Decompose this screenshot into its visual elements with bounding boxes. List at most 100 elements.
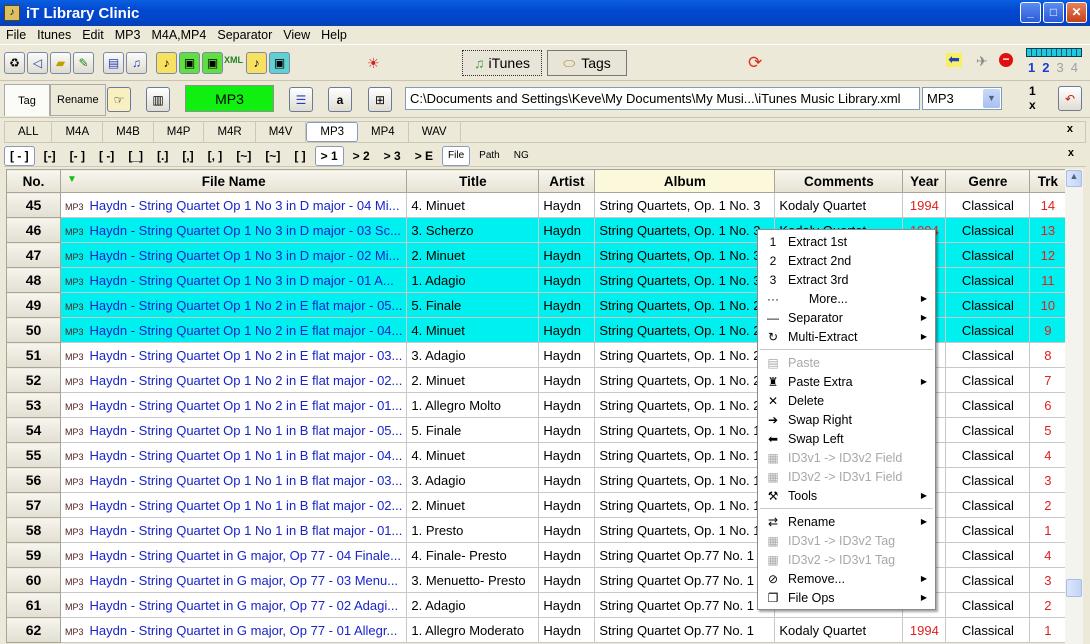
menu-help[interactable]: Help (315, 28, 353, 42)
close-filter-bar[interactable]: x (1067, 123, 1073, 135)
recycle-icon[interactable]: ♻ (4, 52, 25, 74)
itunes-button[interactable]: ♫ iTunes (462, 50, 542, 76)
album-cell[interactable]: String Quartets, Op. 1 No. 1 (594, 517, 776, 543)
genre-cell[interactable]: Classical (945, 317, 1031, 343)
file-name-cell[interactable]: MP3 Haydn - String Quartet Op 1 No 3 in D… (59, 192, 408, 218)
genre-cell[interactable]: Classical (945, 442, 1031, 468)
menu-edit[interactable]: Edit (76, 28, 110, 42)
undo-icon[interactable]: ↶ (1058, 86, 1082, 111)
filter-tab-wav[interactable]: WAV (409, 122, 461, 142)
menu-mp3[interactable]: MP3 (109, 28, 147, 42)
file-name-cell[interactable]: MP3 Haydn - String Quartet in G major, Op… (59, 567, 408, 593)
source-button-ng[interactable]: NG (509, 146, 534, 166)
horizontal-lines-icon[interactable]: ☰ (289, 87, 313, 112)
track-cell[interactable]: 8 (1029, 342, 1067, 368)
menu-item-file-ops[interactable]: ❐ File Ops ▶ (758, 588, 935, 607)
row-number[interactable]: 50 (6, 317, 61, 343)
row-number[interactable]: 51 (6, 342, 61, 368)
row-number[interactable]: 52 (6, 367, 61, 393)
year-cell[interactable]: 1994 (902, 192, 947, 218)
col-artist[interactable]: Artist (538, 169, 596, 193)
menu-item-separator[interactable]: — Separator ▶ (758, 308, 935, 327)
col-album[interactable]: Album (594, 169, 776, 193)
scroll-up-icon[interactable]: ▲ (1066, 170, 1082, 187)
extract-button-2[interactable]: > 2 (348, 146, 375, 166)
separator-button[interactable]: [.] (152, 146, 173, 166)
file-name-cell[interactable]: MP3 Haydn - String Quartet in G major, Op… (59, 617, 408, 643)
menu-item-swap-right[interactable]: ➔ Swap Right (758, 410, 935, 429)
minimize-button[interactable]: _ (1020, 2, 1041, 23)
artist-cell[interactable]: Haydn (538, 242, 596, 268)
row-number[interactable]: 53 (6, 392, 61, 418)
source-button-path[interactable]: Path (474, 146, 505, 166)
file-name-cell[interactable]: MP3 Haydn - String Quartet in G major, Op… (59, 592, 408, 618)
filter-tab-m4a[interactable]: M4A (52, 122, 104, 142)
filter-tab-m4v[interactable]: M4V (256, 122, 307, 142)
title-cell[interactable]: 4. Minuet (406, 442, 540, 468)
title-cell[interactable]: 2. Minuet (406, 242, 540, 268)
genre-cell[interactable]: Classical (945, 267, 1031, 293)
file-name-cell[interactable]: MP3 Haydn - String Quartet Op 1 No 1 in B… (59, 517, 408, 543)
plugin-icon[interactable]: ✈ (976, 53, 988, 70)
album-cell[interactable]: String Quartet Op.77 No. 1 (594, 567, 776, 593)
tag-icon[interactable]: ◁ (27, 52, 48, 74)
col-year[interactable]: Year (902, 169, 947, 193)
menu-item-extract-1st[interactable]: 1 Extract 1st (758, 232, 935, 251)
row-number[interactable]: 62 (6, 617, 61, 643)
track-cell[interactable]: 7 (1029, 367, 1067, 393)
title-cell[interactable]: 3. Adagio (406, 342, 540, 368)
menu-item-extract-3rd[interactable]: 3 Extract 3rd (758, 270, 935, 289)
track-cell[interactable]: 4 (1029, 442, 1067, 468)
col-comments[interactable]: Comments (774, 169, 904, 193)
genre-cell[interactable]: Classical (945, 517, 1031, 543)
page-2[interactable]: 2 (1042, 60, 1049, 75)
file-name-cell[interactable]: MP3 Haydn - String Quartet Op 1 No 1 in B… (59, 417, 408, 443)
genre-cell[interactable]: Classical (945, 567, 1031, 593)
file-name-cell[interactable]: MP3 Haydn - String Quartet Op 1 No 3 in D… (59, 242, 408, 268)
export-disk-icon[interactable]: ▣ (269, 52, 290, 74)
genre-cell[interactable]: Classical (945, 217, 1031, 243)
row-number[interactable]: 49 (6, 292, 61, 318)
edit-notes-icon[interactable]: ✎ (73, 52, 94, 74)
artist-cell[interactable]: Haydn (538, 417, 596, 443)
file-name-cell[interactable]: MP3 Haydn - String Quartet Op 1 No 1 in B… (59, 492, 408, 518)
artist-cell[interactable]: Haydn (538, 492, 596, 518)
album-cell[interactable]: String Quartets, Op. 1 No. 3 (594, 267, 776, 293)
file-name-cell[interactable]: MP3 Haydn - String Quartet Op 1 No 2 in E… (59, 392, 408, 418)
separator-button[interactable]: [ - ] (4, 145, 35, 166)
maximize-button[interactable]: □ (1043, 2, 1064, 23)
music-file-icon[interactable]: ♪ (246, 52, 267, 74)
album-cell[interactable]: String Quartet Op.77 No. 1 (594, 617, 776, 643)
stop-icon[interactable]: − (999, 53, 1013, 67)
separator-button[interactable]: [~] (260, 146, 285, 166)
row-number[interactable]: 61 (6, 592, 61, 618)
page-3[interactable]: 3 (1056, 60, 1063, 75)
artist-cell[interactable]: Haydn (538, 342, 596, 368)
track-cell[interactable]: 5 (1029, 417, 1067, 443)
menu-item-tools[interactable]: ⚒ Tools ▶ (758, 486, 935, 505)
track-cell[interactable]: 14 (1029, 192, 1067, 218)
row-number[interactable]: 58 (6, 517, 61, 543)
menu-item-remove[interactable]: ⊘ Remove... ▶ (758, 569, 935, 588)
title-cell[interactable]: 4. Finale- Presto (406, 542, 540, 568)
col-genre[interactable]: Genre (945, 169, 1031, 193)
file-name-cell[interactable]: MP3 Haydn - String Quartet Op 1 No 1 in B… (59, 467, 408, 493)
menu-item-paste-extra[interactable]: ♜ Paste Extra ▶ (758, 372, 935, 391)
row-number[interactable]: 46 (6, 217, 61, 243)
row-number[interactable]: 48 (6, 267, 61, 293)
col-no[interactable]: No. (6, 169, 61, 193)
document-icon[interactable]: ▤ (103, 52, 124, 74)
menu-item-more[interactable]: ··· More... ▶ (758, 289, 935, 308)
album-cell[interactable]: String Quartets, Op. 1 No. 2 (594, 317, 776, 343)
menu-m4a-mp4[interactable]: M4A,MP4 (145, 28, 212, 42)
album-cell[interactable]: String Quartets, Op. 1 No. 1 (594, 417, 776, 443)
page-1[interactable]: 1 (1028, 60, 1035, 75)
format-select[interactable]: MP3 ▼ (922, 87, 1002, 110)
close-separator-bar[interactable]: x (1068, 147, 1074, 159)
col-title[interactable]: Title (406, 169, 540, 193)
file-name-cell[interactable]: MP3 Haydn - String Quartet Op 1 No 2 in E… (59, 342, 408, 368)
add-music-icon[interactable]: ♫ (126, 52, 147, 74)
album-cell[interactable]: String Quartets, Op. 1 No. 2 (594, 292, 776, 318)
title-cell[interactable]: 3. Adagio (406, 467, 540, 493)
separator-button[interactable]: [, ] (203, 146, 228, 166)
